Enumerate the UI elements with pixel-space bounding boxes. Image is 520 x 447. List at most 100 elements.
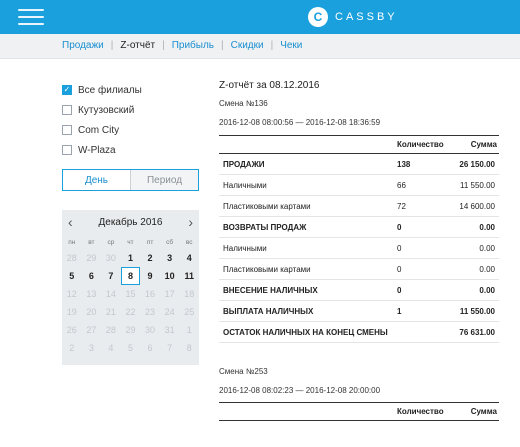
calendar-day[interactable]: 3 [160,249,180,267]
calendar-day[interactable]: 25 [179,303,199,321]
tab-0[interactable]: Продажи [62,40,104,51]
calendar-day[interactable]: 20 [82,303,102,321]
nav-separator: | [221,40,224,51]
calendar-day[interactable]: 3 [82,339,102,357]
calendar-day[interactable]: 7 [101,267,121,285]
branch-filter-item[interactable]: Кутузовский [62,100,192,120]
brand-logo-icon: C [308,7,328,27]
shift-label: Смена №136 [219,99,268,108]
table-row: Пластиковыми картами 72 14 600.00 [219,196,499,217]
calendar-day[interactable]: 26 [62,321,82,339]
calendar-day[interactable]: 31 [160,321,180,339]
calendar-month-title: Декабрь 2016 [98,216,163,228]
branch-label: Кутузовский [78,104,135,116]
period-button[interactable]: Период [130,170,198,190]
weekday-label: ср [107,239,115,246]
calendar-day[interactable]: 5 [62,267,82,285]
row-sum: 14 600.00 [459,201,495,211]
calendar-day[interactable]: 30 [101,249,121,267]
tab-2[interactable]: Прибыль [172,40,214,51]
calendar-day[interactable]: 30 [140,321,160,339]
branch-filter-item[interactable]: Com City [62,120,192,140]
calendar-day[interactable]: 7 [160,339,180,357]
calendar-day[interactable]: 8 [179,339,199,357]
nav-separator: | [270,40,274,51]
weekday-label: пт [146,239,154,246]
calendar-day[interactable]: 1 [179,321,199,339]
column-header-sum: Сумма [470,140,497,149]
table-row: ОСТАТОК НАЛИЧНЫХ НА КОНЕЦ СМЕНЫ 76 631.00 [219,322,499,343]
weekday-label: вс [185,239,193,246]
branch-checkbox[interactable] [62,125,72,135]
tab-3[interactable]: Скидки [231,40,264,51]
column-header-qty: Количество [397,407,444,416]
calendar: ‹ Декабрь 2016 › пн вт ср чт пт сб вс 28 29 30 1 2 3… [62,210,199,365]
report-title: Z-отчёт за 08.12.2016 [219,80,320,91]
tab-1[interactable]: Z-отчёт [120,40,155,51]
calendar-day[interactable]: 13 [82,285,102,303]
brand-name: CASSBY [335,11,398,23]
calendar-day[interactable]: 19 [62,303,82,321]
calendar-day[interactable]: 2 [140,249,160,267]
table-row: ВОЗВРАТЫ ПРОДАЖ 0 0.00 [219,217,499,238]
branch-checkbox[interactable]: ✓ [62,85,72,95]
row-label: ВЫПЛАТА НАЛИЧНЫХ [223,306,314,316]
section-nav: Продажи | Z-отчёт | Прибыль | Скидки | Чеки [0,34,520,59]
calendar-day[interactable]: 4 [179,249,199,267]
calendar-day[interactable]: 10 [160,267,180,285]
weekday-label: вт [88,239,95,246]
calendar-day[interactable]: 22 [121,303,141,321]
calendar-day[interactable]: 6 [140,339,160,357]
branch-filter-item[interactable]: W-Plaza [62,140,192,160]
column-header-sum: Сумма [470,407,497,416]
branch-checkbox[interactable] [62,105,72,115]
calendar-day[interactable]: 29 [82,249,102,267]
row-label: ВНЕСЕНИЕ НАЛИЧНЫХ [223,285,318,295]
day-button[interactable]: День [63,170,130,190]
weekday-label: пн [68,239,76,246]
calendar-day[interactable]: 24 [160,303,180,321]
row-label: Наличными [223,243,267,253]
calendar-day[interactable]: 6 [82,267,102,285]
tab-4[interactable]: Чеки [280,40,302,51]
row-qty: 66 [397,180,406,190]
calendar-day[interactable]: 28 [101,321,121,339]
calendar-day[interactable]: 8 [120,267,141,285]
row-sum: 0.00 [479,222,495,232]
menu-icon[interactable] [18,9,44,25]
calendar-day[interactable]: 5 [121,339,141,357]
calendar-day[interactable]: 14 [101,285,121,303]
chevron-left-icon[interactable]: ‹ [68,215,73,229]
row-qty: 0 [397,264,402,274]
chevron-right-icon[interactable]: › [188,215,193,229]
calendar-day[interactable]: 28 [62,249,82,267]
brand-logo[interactable]: C CASSBY [308,6,398,28]
row-qty: 138 [397,159,411,169]
calendar-day[interactable]: 16 [140,285,160,303]
row-sum: 11 550.00 [459,306,495,316]
calendar-day[interactable]: 23 [140,303,160,321]
branch-label: W-Plaza [78,144,116,156]
calendar-day[interactable]: 12 [62,285,82,303]
top-bar: C CASSBY [0,0,520,34]
calendar-day[interactable]: 11 [179,267,199,285]
branch-checkbox[interactable] [62,145,72,155]
calendar-grid: пн вт ср чт пт сб вс 28 29 30 1 2 3 4 5 6 7 8 9 10 11 12 13 14 1… [62,236,199,357]
table-row: ВНЕСЕНИЕ НАЛИЧНЫХ 0 0.00 [219,280,499,301]
calendar-day[interactable]: 17 [160,285,180,303]
nav-separator: | [162,40,165,51]
calendar-day[interactable]: 15 [121,285,141,303]
calendar-day[interactable]: 2 [62,339,82,357]
row-qty: 0 [397,285,402,295]
checkmark-icon: ✓ [63,85,71,94]
calendar-day[interactable]: 21 [101,303,121,321]
calendar-day[interactable]: 4 [101,339,121,357]
calendar-day[interactable]: 18 [179,285,199,303]
calendar-day[interactable]: 9 [140,267,160,285]
table-row: Наличными 0 0.00 [219,238,499,259]
calendar-day[interactable]: 27 [82,321,102,339]
calendar-day[interactable]: 29 [121,321,141,339]
calendar-day[interactable]: 1 [121,249,141,267]
shift-2: Смена №253 2016-12-08 08:02:23 — 2016-12… [219,367,499,395]
branch-filter-item[interactable]: ✓ Все филиалы [62,80,192,100]
